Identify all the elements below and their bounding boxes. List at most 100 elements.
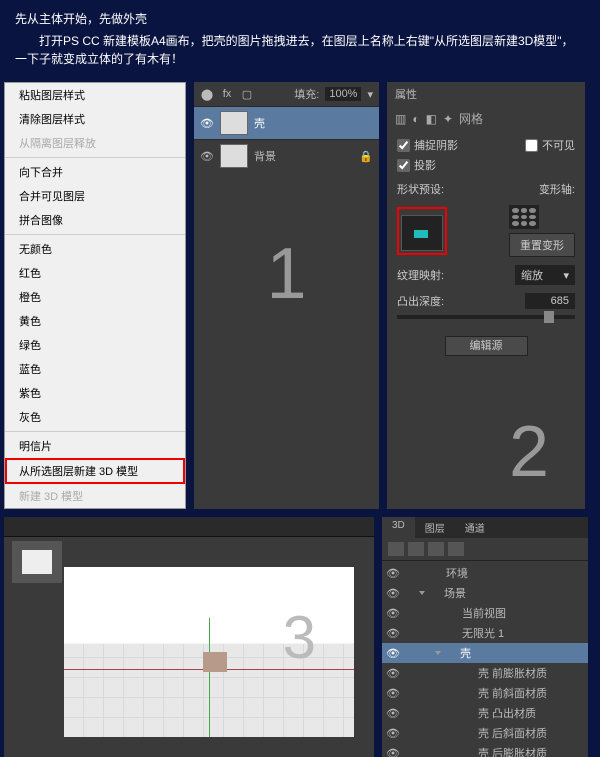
eye-icon[interactable]: 👁 [200,117,214,130]
eye-icon[interactable]: 👁 [386,727,400,740]
tree-item[interactable]: 👁无限光 1 [382,623,588,643]
layer-item[interactable]: 👁壳 [194,106,379,139]
filter-light-icon[interactable] [448,542,464,556]
item-type-icon [430,568,442,578]
filter-icons [382,538,588,561]
invisible-check[interactable]: 不可见 [525,137,575,153]
eye-icon[interactable]: 👁 [386,587,400,600]
layer-name: 背景 [254,148,276,164]
menu-item-new-3d[interactable]: 从所选图层新建 3D 模型 [5,458,185,484]
cap-tab-icon[interactable]: ◧ [426,112,437,126]
menu-item[interactable]: 蓝色 [5,357,185,381]
reset-deform-button[interactable]: 重置变形 [509,233,575,257]
extrude-depth-slider[interactable] [397,315,575,319]
edit-source-button[interactable]: 编辑源 [445,336,528,356]
filter-mesh-icon[interactable] [408,542,424,556]
menu-item[interactable]: 向下合并 [5,160,185,184]
tree-item[interactable]: 👁壳 [382,643,588,663]
3d-object[interactable] [203,652,227,672]
eye-icon[interactable]: 👁 [386,627,400,640]
coords-tab-icon[interactable]: ✦ [443,112,453,126]
viewport-navigator[interactable] [12,541,62,583]
deform-axis-grid[interactable] [509,205,539,229]
link-icon[interactable]: ⬤ [200,87,214,101]
menu-item[interactable]: 紫色 [5,381,185,405]
tab[interactable]: 3D [382,517,415,538]
menu-item[interactable]: 红色 [5,261,185,285]
tree-label: 壳 前斜面材质 [478,685,547,701]
layer-item[interactable]: 👁 背景 🔒 [194,139,379,172]
extrude-depth-input[interactable] [525,293,575,309]
item-type-icon [462,748,474,757]
fx-icon[interactable]: fx [220,87,234,101]
shape-preset-thumb[interactable] [401,215,443,251]
menu-item[interactable]: 合并可见图层 [5,184,185,208]
3d-viewport[interactable]: 3 [4,517,374,757]
tree-item[interactable]: 👁 壳 后膨胀材质 [382,743,588,757]
tree-item[interactable]: 👁环境 [382,563,588,583]
dropdown-icon[interactable]: ▾ [367,88,373,101]
menu-item[interactable]: 黄色 [5,309,185,333]
tab[interactable]: 图层 [415,517,455,538]
menu-item[interactable]: 橙色 [5,285,185,309]
fill-value[interactable]: 100% [325,87,361,101]
item-type-icon [462,668,474,678]
instruction-line-1: 先从主体开始，先做外壳 [15,10,585,28]
menu-item[interactable]: 明信片 [5,434,185,458]
eye-icon[interactable]: 👁 [386,647,400,660]
mask-icon[interactable]: ▢ [240,87,254,101]
tree-item[interactable]: 👁 当前视图 [382,603,588,623]
deform-tab-icon[interactable]: ◐ [412,112,419,126]
cast-shadow-check[interactable]: 投影 [397,157,575,173]
item-type-icon [462,708,474,718]
eye-icon[interactable]: 👁 [386,747,400,757]
item-type-icon [462,728,474,738]
menu-item[interactable]: 新建 3D 模型 [5,484,185,508]
capture-shadow-check[interactable]: 捕捉阴影 [397,137,458,153]
filter-material-icon[interactable] [428,542,444,556]
tree-label: 场景 [444,585,466,601]
tree-item[interactable]: 👁壳 后斜面材质 [382,723,588,743]
menu-item[interactable]: 清除图层样式 [5,107,185,131]
menu-item[interactable]: 拼合图像 [5,208,185,232]
tab[interactable]: 通道 [455,517,495,538]
mesh-tab-icon[interactable]: ▥ [395,112,406,126]
mesh-label: 网格 [459,110,483,127]
twisty-icon[interactable] [419,591,425,595]
texture-mapping-select[interactable]: 缩放▾ [515,265,575,285]
menu-item[interactable]: 无颜色 [5,237,185,261]
annotation-number-3: 3 [283,603,316,672]
properties-panel: 属性 ▥ ◐ ◧ ✦ 网格 捕捉阴影 不可见 投影 形状预设: 变形轴: [387,82,585,509]
layer-thumb [220,144,248,168]
texture-mapping-label: 纹理映射: [397,267,444,283]
tree-item[interactable]: 👁 壳 前斜面材质 [382,683,588,703]
tree-label: 壳 [460,645,471,661]
annotation-number-1: 1 [266,233,306,315]
eye-icon[interactable]: 👁 [200,150,214,163]
fill-label: 填充: [294,86,319,102]
menu-item[interactable]: 粘贴图层样式 [5,83,185,107]
menu-item[interactable]: 绿色 [5,333,185,357]
filter-all-icon[interactable] [388,542,404,556]
highlight-box [397,207,447,255]
tree-label: 壳 后膨胀材质 [478,745,547,757]
viewport-toolbar [4,517,374,537]
lock-icon: 🔒 [359,150,373,163]
instruction-line-2: 打开PS CC 新建模板A4画布，把壳的图片拖拽进去，在图层上名称上右键"从所选… [15,32,585,68]
extrude-depth-label: 凸出深度: [397,293,444,309]
item-type-icon [462,688,474,698]
menu-item[interactable]: 从隔离图层释放 [5,131,185,155]
eye-icon[interactable]: 👁 [386,707,400,720]
menu-item[interactable]: 灰色 [5,405,185,429]
eye-icon[interactable]: 👁 [386,667,400,680]
tree-item[interactable]: 👁壳 前膨胀材质 [382,663,588,683]
tree-item[interactable]: 👁壳 凸出材质 [382,703,588,723]
item-type-icon [444,648,456,658]
eye-icon[interactable]: 👁 [386,687,400,700]
chevron-down-icon: ▾ [563,269,569,282]
eye-icon[interactable]: 👁 [386,567,400,580]
eye-icon[interactable]: 👁 [386,607,400,620]
twisty-icon[interactable] [435,651,441,655]
tree-item[interactable]: 👁 场景 [382,583,588,603]
tree-label: 当前视图 [462,605,506,621]
